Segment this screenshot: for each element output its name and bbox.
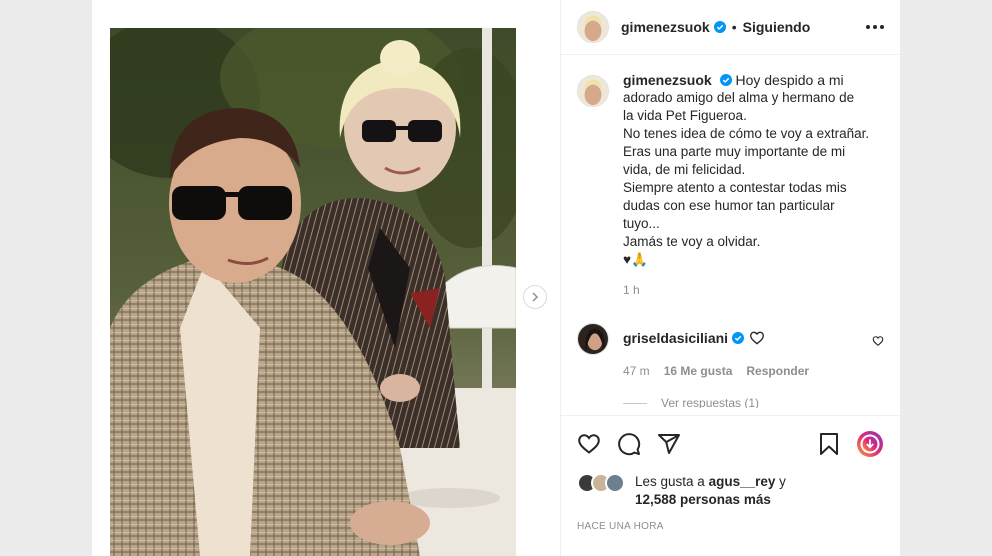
next-photo-button[interactable] — [523, 285, 547, 309]
likes-summary: Les gusta a agus__rey y 12,588 personas … — [561, 473, 900, 509]
post-sidebar: gimenezsuok • Siguiendo gimenezsuok Hoy … — [560, 0, 900, 556]
caption-text-start: Hoy despido a mi — [735, 72, 844, 88]
instagram-post: gimenezsuok • Siguiendo gimenezsuok Hoy … — [92, 0, 900, 556]
likes-connector: y — [779, 474, 786, 489]
likes-prefix: Les gusta a — [635, 474, 705, 489]
caption-line: ♥🙏 — [623, 252, 648, 267]
bottom-padding — [561, 532, 900, 556]
caption-line: tuyo... — [623, 216, 660, 231]
comment-body: griseldasiciliani 47 m 16 Me gusta Respo… — [623, 323, 884, 378]
liker-username[interactable]: agus__rey — [709, 474, 776, 489]
separator-dot: • — [731, 19, 737, 35]
caption-line: dudas con ese humor tan particular — [623, 198, 835, 213]
comment-meta: 47 m 16 Me gusta Responder — [623, 364, 884, 378]
save-button[interactable] — [818, 432, 840, 456]
caption-line: adorado amigo del alma y hermano de — [623, 90, 855, 105]
comments-section: gimenezsuok Hoy despido a mi adorado ami… — [561, 55, 900, 415]
bookmark-icon — [820, 432, 838, 455]
action-bar — [561, 415, 900, 471]
view-replies[interactable]: Ver respuestas (1) — [623, 398, 884, 408]
heart-outline-icon — [750, 331, 765, 345]
extension-button[interactable] — [856, 430, 884, 458]
comment-icon — [618, 432, 641, 455]
photo-illustration — [110, 28, 516, 556]
view-replies-label[interactable]: Ver respuestas (1) — [661, 398, 759, 408]
reply-button[interactable]: Responder — [746, 364, 809, 378]
caption-first-line: gimenezsuok Hoy despido a mi — [623, 71, 883, 89]
comment-time[interactable]: 47 m — [623, 364, 650, 378]
likes-count[interactable]: 12,588 personas más — [635, 492, 771, 507]
comment-likes[interactable]: 16 Me gusta — [664, 364, 733, 378]
author-avatar[interactable] — [577, 11, 609, 43]
caption-line: Siempre atento a contestar todas mis — [623, 180, 847, 195]
caption-line: vida, de mi felicidad. — [623, 162, 746, 177]
download-badge-icon — [857, 430, 883, 457]
commenter-avatar[interactable] — [577, 323, 609, 355]
caption-time[interactable]: 1 h — [623, 283, 883, 297]
share-button[interactable] — [657, 432, 681, 456]
more-options-icon[interactable] — [866, 25, 884, 29]
caption-line: la vida Pet Figueroa. — [623, 108, 747, 123]
comment-button[interactable] — [617, 432, 641, 456]
caption-line: Eras una parte muy importante de mi — [623, 144, 846, 159]
heart-icon — [578, 433, 600, 454]
post-media — [92, 0, 560, 556]
caption-line: No tenes idea de cómo te voy a extrañar. — [623, 126, 870, 141]
post-timestamp[interactable]: HACE UNA HORA — [561, 521, 900, 532]
caption-text: adorado amigo del alma y hermano de la v… — [623, 89, 883, 269]
caption-author-avatar[interactable] — [577, 75, 609, 107]
liker-avatar — [605, 473, 625, 493]
caption-username[interactable]: gimenezsuok — [623, 72, 712, 88]
comment-like-icon[interactable] — [872, 335, 884, 347]
caption: gimenezsuok Hoy despido a mi adorado ami… — [577, 71, 884, 297]
follow-button[interactable]: Siguiendo — [743, 19, 811, 35]
replies-divider — [623, 402, 647, 404]
like-button[interactable] — [577, 432, 601, 456]
post-photo — [110, 28, 516, 556]
caption-body: gimenezsuok Hoy despido a mi adorado ami… — [623, 71, 883, 297]
comment-header: griseldasiciliani — [623, 323, 884, 346]
post-header: gimenezsuok • Siguiendo — [561, 0, 900, 55]
chevron-right-icon — [532, 292, 539, 302]
verified-badge-icon — [713, 21, 726, 33]
verified-badge-icon — [719, 74, 732, 86]
author-username[interactable]: gimenezsuok — [621, 19, 710, 35]
send-icon — [658, 433, 680, 454]
comment-item: griseldasiciliani 47 m 16 Me gusta Respo… — [577, 323, 884, 378]
commenter-username[interactable]: griseldasiciliani — [623, 330, 728, 346]
verified-badge-icon — [732, 332, 745, 344]
likers-avatars[interactable] — [577, 473, 625, 493]
likes-text: Les gusta a agus__rey y 12,588 personas … — [635, 473, 786, 509]
caption-line: Jamás te voy a olvidar. — [623, 234, 761, 249]
